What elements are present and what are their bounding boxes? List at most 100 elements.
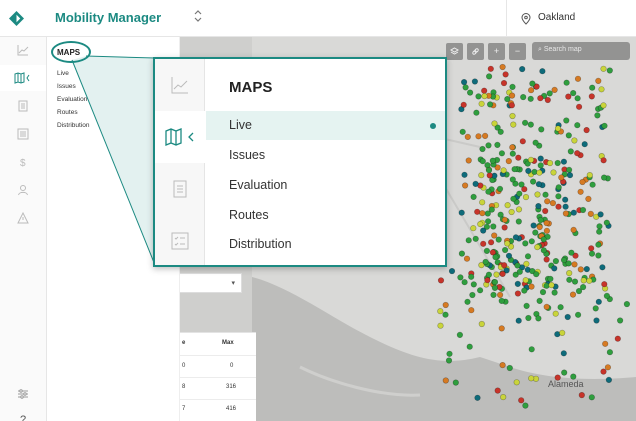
vehicle-dot[interactable] (445, 357, 453, 364)
vehicle-dot[interactable] (606, 67, 613, 74)
vehicle-dot[interactable] (495, 236, 502, 243)
vehicle-dot[interactable] (528, 238, 535, 245)
vehicle-dot[interactable] (480, 227, 487, 234)
vehicle-dot[interactable] (485, 188, 492, 195)
vehicle-dot[interactable] (600, 65, 607, 72)
vehicle-dot[interactable] (510, 195, 517, 202)
vehicle-dot[interactable] (504, 240, 511, 247)
vehicle-dot[interactable] (491, 232, 498, 239)
vehicle-dot[interactable] (577, 266, 584, 273)
vehicle-dot[interactable] (588, 245, 595, 252)
vehicle-dot[interactable] (579, 178, 586, 186)
rail-item-alerts[interactable] (0, 205, 46, 231)
vehicle-dot[interactable] (470, 193, 477, 200)
vehicle-dot[interactable] (617, 317, 624, 324)
vehicle-dot[interactable] (497, 128, 504, 135)
layers-button[interactable] (446, 42, 463, 60)
vehicle-dot[interactable] (525, 167, 532, 174)
zoom-item-distribution[interactable]: Distribution (229, 237, 292, 251)
vehicle-dot[interactable] (485, 271, 493, 278)
vehicle-dot[interactable] (479, 158, 486, 165)
vehicle-dot[interactable] (571, 261, 578, 268)
vehicle-dot[interactable] (457, 274, 464, 281)
vehicle-dot[interactable] (555, 193, 562, 200)
vehicle-dot[interactable] (499, 63, 506, 71)
vehicle-dot[interactable] (492, 254, 499, 261)
vehicle-dot[interactable] (487, 65, 494, 72)
vehicle-dot[interactable] (600, 102, 607, 109)
vehicle-dot[interactable] (595, 241, 602, 248)
vehicle-dot[interactable] (499, 270, 506, 277)
vehicle-dot[interactable] (505, 252, 513, 259)
vehicle-dot[interactable] (595, 77, 602, 85)
vehicle-dot[interactable] (560, 257, 568, 264)
vehicle-dot[interactable] (462, 84, 469, 91)
vehicle-dot[interactable] (482, 132, 489, 139)
vehicle-dot[interactable] (560, 350, 567, 357)
vehicle-dot[interactable] (442, 377, 449, 384)
vehicle-dot[interactable] (551, 265, 558, 272)
map-filter-dropdown[interactable]: ▾ (180, 273, 242, 293)
vehicle-dot[interactable] (544, 96, 551, 104)
vehicle-dot[interactable] (522, 402, 529, 409)
vehicle-dot[interactable] (597, 211, 604, 218)
vehicle-dot[interactable] (491, 120, 498, 127)
rail-item-checklist[interactable] (0, 121, 46, 147)
zoom-item-live[interactable]: Live (229, 118, 252, 132)
vehicle-dot[interactable] (437, 277, 445, 284)
vehicle-dot[interactable] (566, 166, 573, 173)
vehicle-dot[interactable] (580, 284, 587, 291)
vehicle-dot[interactable] (502, 71, 509, 78)
vehicle-dot[interactable] (595, 252, 602, 259)
vehicle-dot[interactable] (493, 271, 500, 278)
vehicle-dot[interactable] (500, 167, 507, 174)
vehicle-dot[interactable] (479, 199, 486, 206)
vehicle-dot[interactable] (550, 169, 557, 176)
subnav-item-evaluation[interactable]: Evaluation (57, 96, 87, 103)
app-title[interactable]: Mobility Manager (55, 10, 161, 25)
vehicle-dot[interactable] (539, 68, 546, 75)
vehicle-dot[interactable] (518, 181, 525, 188)
vehicle-dot[interactable] (583, 266, 590, 273)
vehicle-dot[interactable] (510, 121, 517, 128)
updown-chevron-icon[interactable] (194, 10, 202, 24)
vehicle-dot[interactable] (490, 291, 497, 298)
vehicle-dot[interactable] (487, 101, 494, 108)
vehicle-dot[interactable] (522, 194, 530, 201)
vehicle-dot[interactable] (589, 181, 596, 188)
rail-item-reports[interactable] (0, 93, 46, 119)
vehicle-dot[interactable] (489, 157, 496, 164)
vehicle-dot[interactable] (588, 250, 596, 257)
vehicle-dot[interactable] (555, 203, 562, 210)
vehicle-dot[interactable] (437, 308, 444, 315)
vehicle-dot[interactable] (491, 279, 499, 286)
vehicle-dot[interactable] (542, 191, 549, 198)
subnav-item-routes[interactable]: Routes (57, 109, 78, 116)
vehicle-dot[interactable] (602, 340, 609, 347)
vehicle-dot[interactable] (581, 141, 588, 148)
vehicle-dot[interactable] (574, 75, 582, 82)
vehicle-dot[interactable] (465, 237, 472, 244)
vehicle-dot[interactable] (514, 290, 522, 297)
zoom-rail-analytics[interactable] (155, 59, 205, 111)
vehicle-dot[interactable] (488, 206, 495, 213)
vehicle-dot[interactable] (561, 369, 568, 376)
map-search-input[interactable]: ⌕ Search map (532, 42, 630, 60)
vehicle-dot[interactable] (485, 142, 492, 149)
vehicle-dot[interactable] (498, 150, 506, 157)
vehicle-dot[interactable] (601, 281, 608, 288)
vehicle-dot[interactable] (527, 121, 534, 128)
vehicle-dot[interactable] (546, 159, 554, 167)
vehicle-dot[interactable] (459, 128, 466, 135)
vehicle-dot[interactable] (475, 93, 482, 100)
vehicle-dot[interactable] (536, 297, 543, 305)
vehicle-dot[interactable] (567, 148, 574, 155)
vehicle-dot[interactable] (515, 317, 522, 324)
vehicle-dot[interactable] (474, 394, 481, 401)
vehicle-dot[interactable] (523, 302, 530, 310)
vehicle-dot[interactable] (478, 320, 485, 328)
vehicle-dot[interactable] (595, 298, 602, 305)
vehicle-dot[interactable] (478, 100, 485, 107)
vehicle-dot[interactable] (551, 86, 558, 94)
vehicle-dot[interactable] (535, 203, 542, 210)
